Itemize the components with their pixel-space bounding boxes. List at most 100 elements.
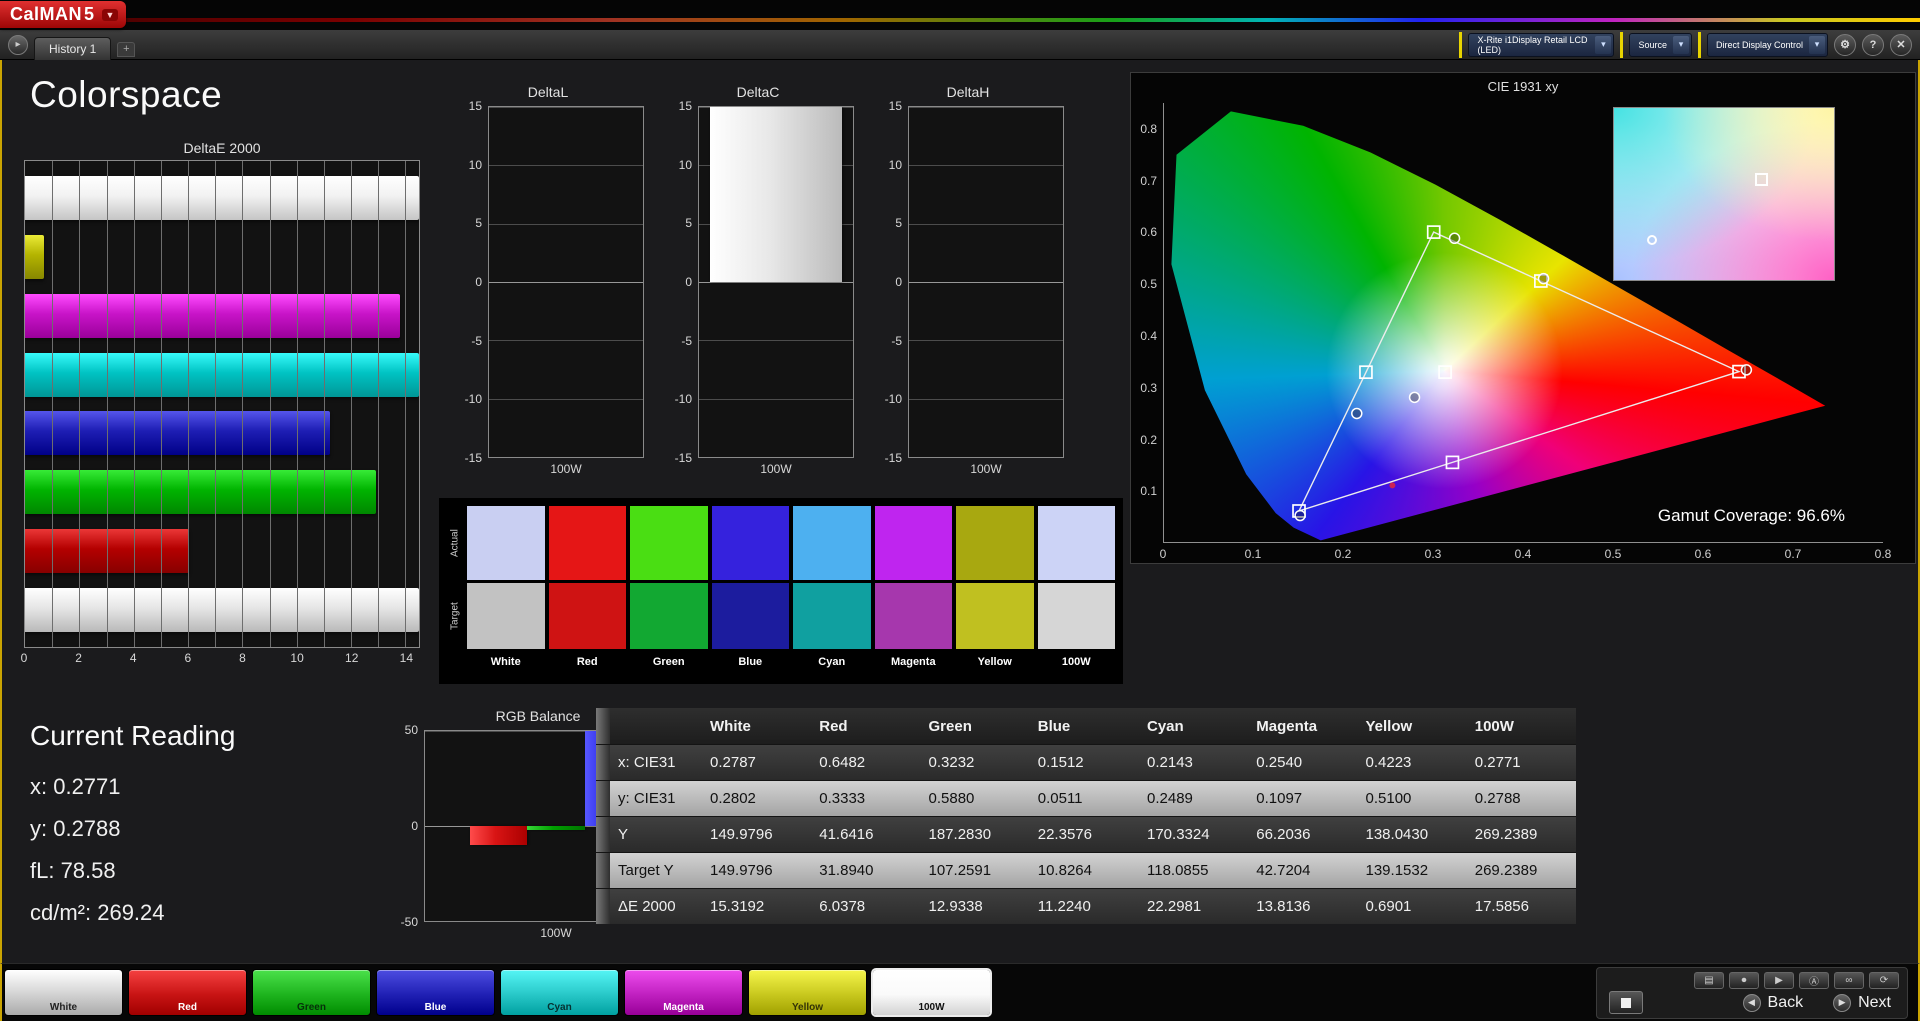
display-control-dropdown[interactable]: Direct Display Control ▾ xyxy=(1707,33,1828,57)
gridline xyxy=(297,161,298,647)
source-dropdown[interactable]: Source ▾ xyxy=(1629,33,1692,57)
transport-panel: ▤ ⏺ ▶ Ⓐ ∞ ⟳ ◀ Back ▶ Next xyxy=(1596,967,1908,1019)
logo-version: 5 xyxy=(84,4,95,25)
app-logo[interactable]: CalMAN 5 ▼ xyxy=(0,1,126,28)
swatch-actual-magenta xyxy=(875,506,953,580)
yellow-separator xyxy=(1459,32,1462,58)
table-column-header: Red xyxy=(811,708,920,744)
swatch-target-magenta xyxy=(875,583,953,649)
gridline xyxy=(79,161,80,647)
swatch-target-100w xyxy=(1038,583,1116,649)
swatch-row-labels: ActualTarget xyxy=(447,506,463,680)
refresh-button[interactable]: ⟳ xyxy=(1869,972,1899,989)
cie-y-axis: 0.10.20.30.40.50.60.70.8 xyxy=(1133,103,1159,543)
table-cell: 0.2788 xyxy=(1467,781,1576,816)
axis-tick-label: 0 xyxy=(21,651,28,665)
deltac-x-label: 100W xyxy=(698,458,854,476)
source-dropdown-label: Source xyxy=(1638,40,1667,50)
axis-tick-label: -15 xyxy=(465,451,482,465)
continuous-button[interactable]: ∞ xyxy=(1834,972,1864,989)
gridline xyxy=(489,165,643,166)
pattern-button-green[interactable]: Green xyxy=(252,969,371,1016)
axis-tick-label: -15 xyxy=(675,451,692,465)
pattern-button-cyan[interactable]: Cyan xyxy=(500,969,619,1016)
swatch-target-white xyxy=(467,583,545,649)
reading-cdm2: cd/m²: 269.24 xyxy=(30,892,235,934)
deltae2000-plot-area xyxy=(24,160,420,648)
gridline xyxy=(489,457,643,458)
table-row: x: CIE310.27870.64820.32320.15120.21430.… xyxy=(596,744,1576,780)
table-cell: 0.2489 xyxy=(1139,781,1248,816)
table-corner-cell xyxy=(610,708,702,744)
gridline xyxy=(107,161,108,647)
display-button[interactable]: ▤ xyxy=(1694,972,1724,989)
meter-dropdown[interactable]: X-Rite i1Display Retail LCD (LED) ▾ xyxy=(1468,33,1614,57)
close-button[interactable]: ✕ xyxy=(1890,34,1912,56)
reading-fl: fL: 78.58 xyxy=(30,850,235,892)
swatch-label: Red xyxy=(549,652,627,672)
table-cell: 0.6482 xyxy=(811,745,920,780)
pattern-button-100w[interactable]: 100W xyxy=(872,969,991,1016)
chevron-down-icon: ▾ xyxy=(1673,36,1689,54)
deltah-x-label: 100W xyxy=(908,458,1064,476)
deltac-y-axis: 151050-5-10-15 xyxy=(662,106,698,458)
pattern-bar: White Red GreenBlueCyanMagentaYellow100W ▤… xyxy=(0,963,1920,1021)
axis-tick-label: 5 xyxy=(895,216,902,230)
deltac-plot-area xyxy=(698,106,854,458)
gridline xyxy=(161,161,162,647)
gridline xyxy=(378,161,379,647)
inset-measured-circle-marker xyxy=(1647,235,1657,245)
value-bar-green xyxy=(527,826,585,830)
pattern-button-red[interactable]: Red xyxy=(128,969,247,1016)
swatch-actual-red xyxy=(549,506,627,580)
rainbow-strip xyxy=(0,18,1920,22)
measured-circle-marker xyxy=(1352,409,1362,419)
measurement-table: WhiteRedGreenBlueCyanMagentaYellow100Wx:… xyxy=(596,708,1576,924)
profile-button[interactable]: Ⓐ xyxy=(1799,972,1829,989)
back-button-label: Back xyxy=(1768,994,1804,1012)
back-button[interactable]: ◀ Back xyxy=(1735,992,1812,1014)
gridline xyxy=(909,340,1063,341)
deltae-bar-100w xyxy=(25,176,419,220)
target-square-marker xyxy=(1439,366,1451,378)
pattern-button-label: Red xyxy=(129,1002,246,1013)
record-button[interactable]: ⏺ xyxy=(1729,972,1759,989)
axis-tick-label: 0.4 xyxy=(1515,547,1532,561)
table-row-label: y: CIE31 xyxy=(610,781,702,816)
swatch-label: Cyan xyxy=(793,652,871,672)
play-button[interactable]: ▶ xyxy=(1764,972,1794,989)
next-button[interactable]: ▶ Next xyxy=(1825,992,1899,1014)
table-cell: 10.8264 xyxy=(1030,853,1139,888)
swatch-column-red: Red xyxy=(549,506,627,680)
gridline xyxy=(270,161,271,647)
pattern-button-blue[interactable]: Blue xyxy=(376,969,495,1016)
history-add-button[interactable]: + xyxy=(117,42,135,57)
table-cell: 22.2981 xyxy=(1139,889,1248,924)
table-cell: 139.1532 xyxy=(1358,853,1467,888)
tab-history[interactable]: History 1 xyxy=(34,37,111,60)
settings-button[interactable]: ⚙ xyxy=(1834,34,1856,56)
gridline xyxy=(215,161,216,647)
rgb-balance-y-axis: 500-50 xyxy=(388,730,424,922)
pattern-button-magenta[interactable]: Magenta xyxy=(624,969,743,1016)
help-button[interactable]: ? xyxy=(1862,34,1884,56)
table-cell: 41.6416 xyxy=(811,817,920,852)
inset-target-square-marker xyxy=(1755,173,1768,186)
axis-tick-label: 10 xyxy=(469,158,482,172)
stop-button[interactable] xyxy=(1609,991,1643,1014)
pattern-button-white[interactable]: White xyxy=(4,969,123,1016)
history-expand-button[interactable]: ▸ xyxy=(8,35,28,55)
table-column-header: Yellow xyxy=(1358,708,1467,744)
deltal-plot-area xyxy=(488,106,644,458)
axis-tick-label: 15 xyxy=(469,99,482,113)
table-cell: 149.9796 xyxy=(702,817,811,852)
deltae-bar-magenta xyxy=(25,294,400,338)
gridline xyxy=(699,282,853,283)
axis-tick-label: 0 xyxy=(411,819,418,833)
table-left-strip xyxy=(596,781,610,816)
gridline xyxy=(489,224,643,225)
logo-menu-caret-icon[interactable]: ▼ xyxy=(102,9,119,21)
axis-tick-label: 0.8 xyxy=(1140,122,1157,136)
pattern-button-yellow[interactable]: Yellow xyxy=(748,969,867,1016)
swatch-comparison-panel: ActualTargetWhiteRedGreenBlueCyanMagenta… xyxy=(439,498,1123,684)
